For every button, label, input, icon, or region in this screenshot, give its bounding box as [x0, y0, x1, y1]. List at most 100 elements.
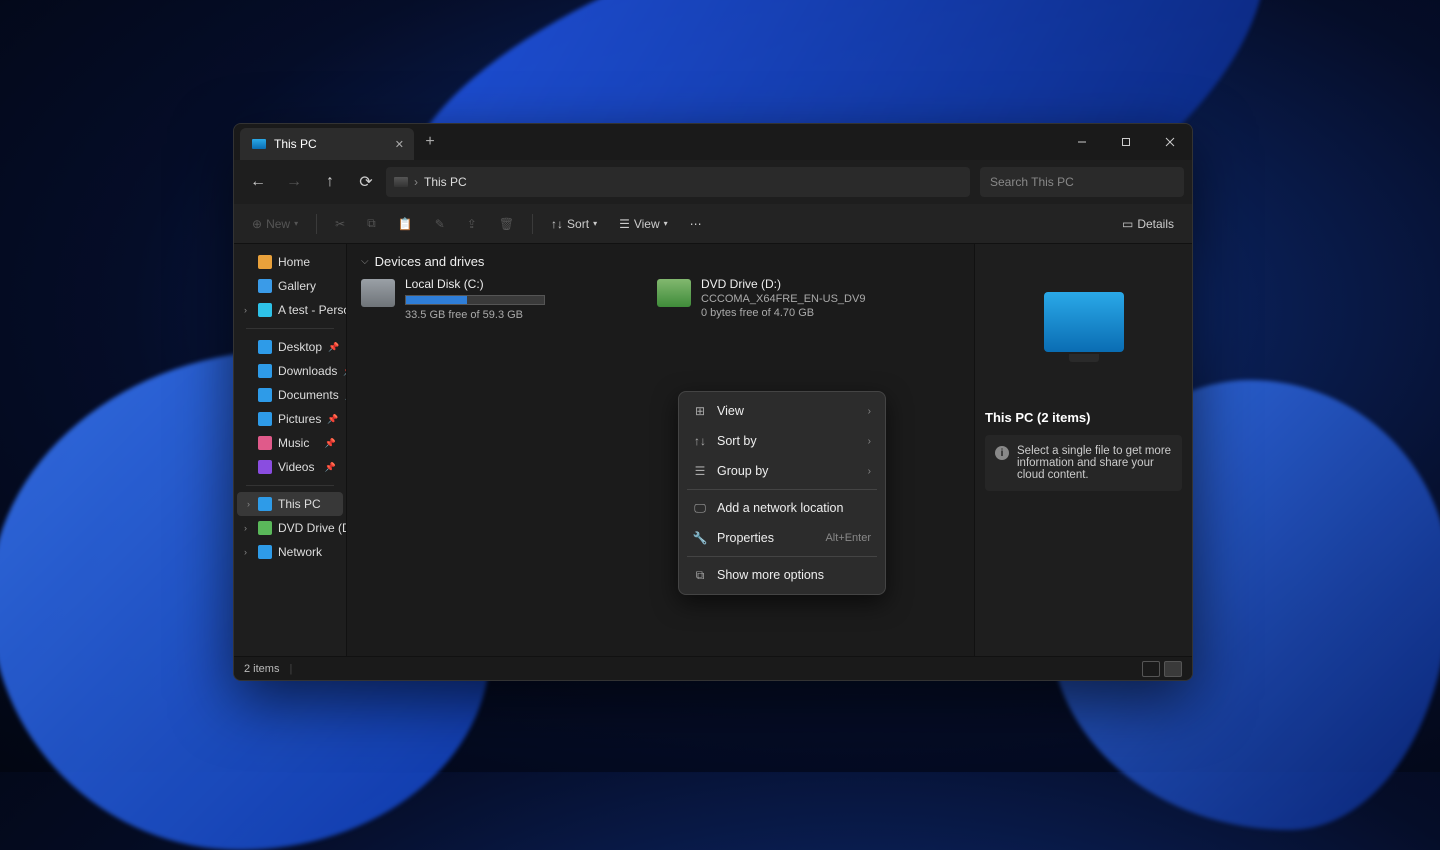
new-label: New — [266, 217, 290, 231]
chevron-right-icon: › — [247, 499, 250, 509]
sidebar-item-documents[interactable]: Documents📌 — [234, 383, 346, 407]
drive-free-space: 0 bytes free of 4.70 GB — [701, 307, 865, 319]
minimize-icon — [1077, 137, 1087, 147]
tab-title: This PC — [274, 137, 317, 151]
sidebar-item-gallery[interactable]: Gallery — [234, 274, 346, 298]
more-button[interactable]: ⋯ — [682, 209, 710, 239]
info-icon: i — [995, 446, 1009, 460]
search-input[interactable] — [980, 167, 1184, 197]
group-header-label: Devices and drives — [375, 254, 485, 269]
up-button[interactable]: ↑ — [314, 166, 346, 198]
delete-icon: 🗑 — [499, 217, 514, 231]
sidebar-item-label: A test - Personal — [278, 303, 347, 317]
back-button[interactable]: ← — [242, 166, 274, 198]
sidebar-item-label: Home — [278, 255, 310, 269]
titlebar: This PC ✕ + — [234, 124, 1192, 160]
copy-button[interactable]: ⧉ — [359, 209, 384, 239]
sidebar-item-videos[interactable]: Videos📌 — [234, 455, 346, 479]
view-icon: ☰ — [619, 217, 630, 231]
close-button[interactable] — [1148, 124, 1192, 160]
pin-icon: 📌 — [325, 438, 340, 449]
paste-button[interactable]: 📋 — [390, 209, 421, 239]
details-info-box: i Select a single file to get more infor… — [985, 435, 1182, 491]
sidebar-item-label: Documents — [278, 388, 339, 402]
menu-item-view[interactable]: ⊞View› — [683, 396, 881, 426]
menu-item-label: Group by — [717, 464, 768, 478]
details-title: This PC (2 items) — [985, 410, 1182, 425]
view-large-icon[interactable] — [1164, 661, 1182, 677]
sidebar-item-a-test-personal[interactable]: ›A test - Personal — [234, 298, 346, 322]
maximize-icon — [1121, 137, 1131, 147]
monitor-icon — [1044, 292, 1124, 352]
sidebar-item-dvd-drive-d-ccc[interactable]: ›DVD Drive (D:) CCC — [234, 516, 346, 540]
menu-item-show-more-options[interactable]: ⧉Show more options — [683, 560, 881, 590]
maximize-button[interactable] — [1104, 124, 1148, 160]
folder-icon — [258, 303, 272, 317]
refresh-button[interactable]: ⟳ — [350, 166, 382, 198]
sidebar-item-downloads[interactable]: Downloads📌 — [234, 359, 346, 383]
drive-item[interactable]: Local Disk (C:)33.5 GB free of 59.3 GB — [361, 277, 641, 321]
sidebar-item-label: Music — [278, 436, 309, 450]
menu-item-label: Properties — [717, 531, 774, 545]
copy-icon: ⧉ — [367, 216, 376, 231]
cut-button[interactable]: ✂ — [327, 209, 353, 239]
drive-item[interactable]: DVD Drive (D:)CCCOMA_X64FRE_EN-US_DV90 b… — [657, 277, 937, 321]
folder-icon — [258, 279, 272, 293]
view-button[interactable]: ☰ View ▾ — [611, 209, 676, 239]
sidebar-item-label: DVD Drive (D:) CCC — [278, 521, 347, 535]
sidebar-item-label: Downloads — [278, 364, 337, 378]
sidebar-item-label: This PC — [278, 497, 321, 511]
hdd-drive-icon — [361, 279, 395, 307]
breadcrumb[interactable]: › This PC — [386, 167, 970, 197]
folder-icon — [258, 436, 272, 450]
menu-item-properties[interactable]: 🔧PropertiesAlt+Enter — [683, 523, 881, 553]
delete-button[interactable]: 🗑 — [491, 209, 522, 239]
chevron-down-icon: ▾ — [664, 219, 668, 228]
new-tab-button[interactable]: + — [414, 126, 446, 158]
rename-icon: ✎ — [435, 217, 445, 231]
chevron-down-icon: ▾ — [294, 219, 298, 228]
status-item-count: 2 items — [244, 663, 279, 675]
menu-item-group-by[interactable]: ☰Group by› — [683, 456, 881, 486]
dvd-drive-icon — [657, 279, 691, 307]
sidebar-item-music[interactable]: Music 📌 — [234, 431, 346, 455]
menu-item-label: Sort by — [717, 434, 757, 448]
more-icon: ⧉ — [693, 568, 707, 583]
storage-bar — [405, 295, 545, 305]
explorer-window: This PC ✕ + ← → ↑ ⟳ › This PC — [233, 123, 1193, 681]
menu-item-sort-by[interactable]: ↑↓Sort by› — [683, 426, 881, 456]
details-label: Details — [1137, 217, 1174, 231]
sidebar-item-network[interactable]: ›Network — [234, 540, 346, 564]
sidebar-item-this-pc[interactable]: › This PC — [237, 492, 343, 516]
toolbar: ⊕ New ▾ ✂ ⧉ 📋 ✎ ⇪ 🗑 ↑↓ Sort ▾ ☰ View ▾ ⋯… — [234, 204, 1192, 244]
rename-button[interactable]: ✎ — [427, 209, 453, 239]
group-header[interactable]: ⌵ Devices and drives — [361, 254, 960, 269]
new-button[interactable]: ⊕ New ▾ — [244, 209, 306, 239]
minimize-button[interactable] — [1060, 124, 1104, 160]
sort-button[interactable]: ↑↓ Sort ▾ — [543, 209, 605, 239]
sidebar-item-label: Network — [278, 545, 322, 559]
sidebar-item-pictures[interactable]: Pictures📌 — [234, 407, 346, 431]
chevron-right-icon: › — [868, 436, 871, 447]
view-details-icon[interactable] — [1142, 661, 1160, 677]
sidebar-item-home[interactable]: Home — [234, 250, 346, 274]
sidebar-item-desktop[interactable]: Desktop📌 — [234, 335, 346, 359]
pin-icon: 📌 — [325, 462, 340, 473]
chevron-right-icon: › — [868, 406, 871, 417]
folder-icon — [258, 364, 272, 378]
share-button[interactable]: ⇪ — [459, 209, 485, 239]
breadcrumb-path: This PC — [424, 175, 467, 189]
details-button[interactable]: ▭ Details — [1114, 209, 1182, 239]
main-panel[interactable]: ⌵ Devices and drives Local Disk (C:)33.5… — [347, 244, 974, 656]
menu-item-add-a-network-location[interactable]: 🖵Add a network location — [683, 493, 881, 523]
plus-circle-icon: ⊕ — [252, 217, 262, 231]
sort-label: Sort — [567, 217, 589, 231]
forward-button[interactable]: → — [278, 166, 310, 198]
tab-this-pc[interactable]: This PC ✕ — [240, 128, 414, 160]
drive-name: DVD Drive (D:) — [701, 277, 865, 291]
context-menu: ⊞View›↑↓Sort by›☰Group by›🖵Add a network… — [678, 391, 886, 595]
chevron-right-icon: › — [868, 466, 871, 477]
chevron-down-icon: ⌵ — [361, 256, 369, 267]
tab-close-icon[interactable]: ✕ — [395, 138, 404, 151]
folder-icon — [258, 412, 272, 426]
